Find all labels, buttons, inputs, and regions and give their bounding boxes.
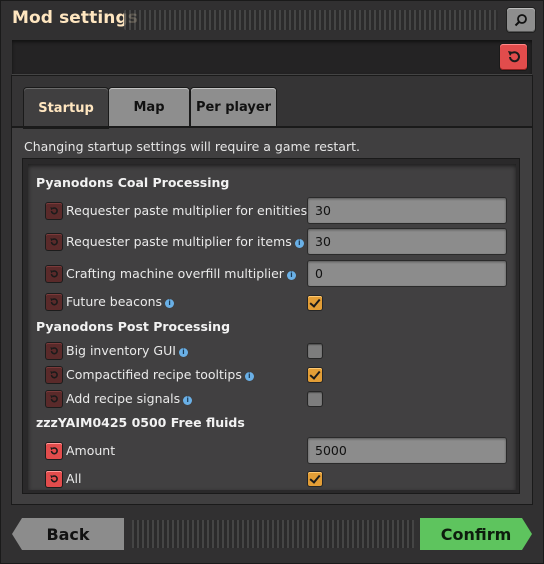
back-button[interactable]: Back [12,518,124,550]
search-button[interactable] [507,8,535,32]
tab-startup-label: Startup [38,100,94,116]
setting-label-all: All [66,471,82,486]
requester-entities-input[interactable]: 30 [308,198,506,223]
overfill-input[interactable]: 0 [308,261,506,286]
reset-button-big-inventory[interactable] [46,343,62,359]
reset-button-amount[interactable] [46,443,62,459]
reset-icon [507,51,520,63]
setting-label-overfill: Crafting machine overfill multiplier i [66,266,296,281]
tab-startup[interactable]: Startup [24,88,108,128]
reset-all-button[interactable] [500,44,527,70]
reset-icon [50,270,58,278]
reset-icon [50,371,58,379]
drag-handle[interactable] [124,10,498,30]
window-title: Mod settings [12,8,139,28]
reset-icon [50,347,58,355]
info-icon[interactable]: i [244,372,254,381]
reset-button-future-beacons[interactable] [46,294,62,310]
confirm-button[interactable]: Confirm [420,518,532,550]
setting-label-future-beacons: Future beacons i [66,294,175,309]
bottom-drag-handle[interactable] [132,520,414,548]
tab-per-player[interactable]: Per player [191,88,276,126]
setting-label-requester-items: Requester paste multiplier for items i [66,234,304,249]
tab-per-player-label: Per player [195,99,272,115]
confirm-button-label: Confirm [440,524,512,544]
reset-button-compact-tooltips[interactable] [46,367,62,383]
big-inventory-checkbox[interactable] [308,344,322,358]
setting-label-compact-tooltips: Compactified recipe tooltips i [66,367,254,382]
top-strip [12,40,532,74]
info-icon[interactable]: i [165,299,175,308]
setting-label-big-inventory: Big inventory GUI i [66,343,188,358]
tab-map[interactable]: Map [109,88,189,126]
info-icon[interactable]: i [286,271,296,280]
reset-button-recipe-signals[interactable] [46,391,62,407]
reset-icon [50,395,58,403]
reset-icon [50,238,58,246]
amount-input[interactable]: 5000 [308,438,506,463]
info-icon[interactable]: i [178,348,188,357]
setting-label-requester-entities: Requester paste multiplier for enitities… [66,203,320,218]
reset-button-all[interactable] [46,471,62,487]
compact-tooltips-checkbox[interactable] [308,368,322,382]
setting-label-amount: Amount [66,443,116,458]
reset-icon [50,475,58,483]
tab-map-label: Map [133,99,165,115]
recipe-signals-checkbox[interactable] [308,392,322,406]
reset-button-requester-items[interactable] [46,234,62,250]
search-icon [514,14,527,27]
section-title-coal-processing: Pyanodons Coal Processing [36,175,230,190]
setting-label-recipe-signals: Add recipe signals i [66,391,193,406]
reset-icon [50,207,58,215]
section-title-post-processing: Pyanodons Post Processing [36,319,231,334]
tab-divider [12,126,532,128]
requester-items-input[interactable]: 30 [308,229,506,254]
reset-icon [50,447,58,455]
mod-settings-window: Mod settings Startup Map Per player Chan… [0,0,544,564]
info-icon[interactable]: i [183,396,193,405]
restart-notice: Changing startup settings will require a… [24,139,360,154]
future-beacons-checkbox[interactable] [308,296,322,310]
reset-button-requester-entities[interactable] [46,203,62,219]
all-checkbox[interactable] [308,472,322,486]
section-title-free-fluids: zzzYAIM0425 0500 Free fluids [36,415,245,430]
title-bar: Mod settings [0,0,544,38]
reset-icon [50,298,58,306]
info-icon[interactable]: i [294,239,304,248]
back-button-label: Back [46,524,90,544]
reset-button-overfill[interactable] [46,266,62,282]
